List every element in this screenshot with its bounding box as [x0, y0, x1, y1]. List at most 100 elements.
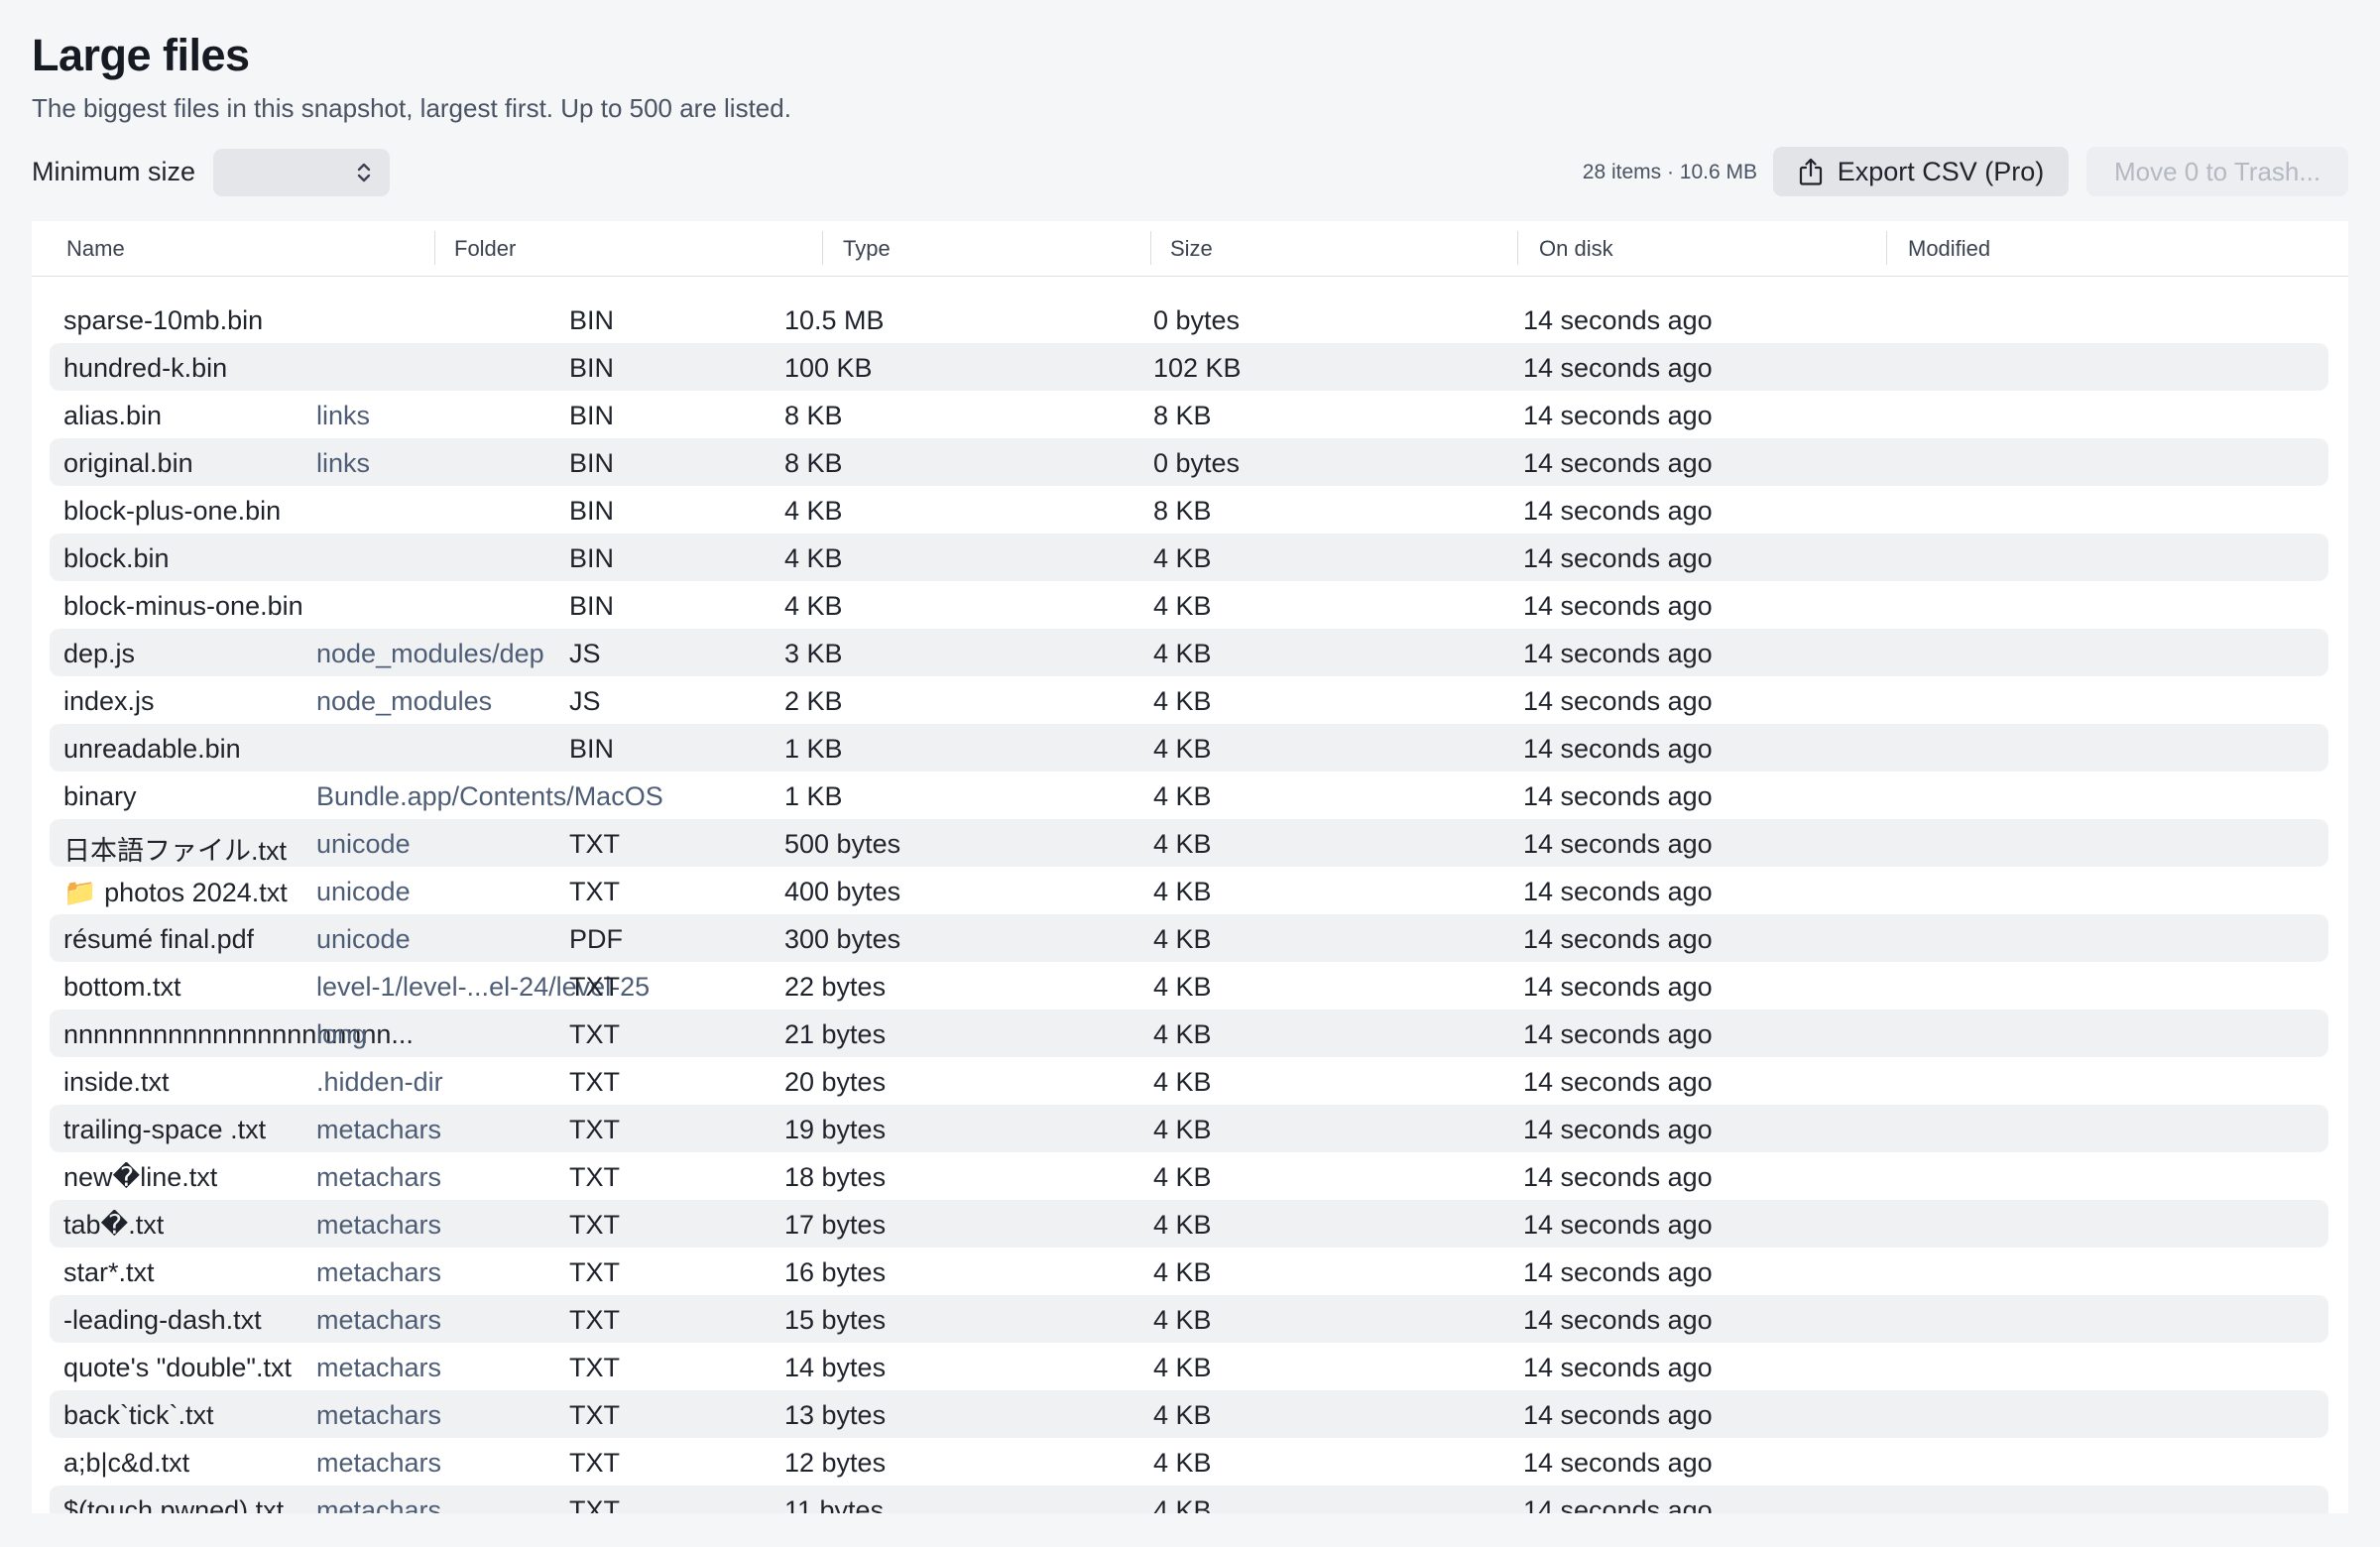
modified-time: 14 seconds ago: [1523, 877, 1713, 906]
column-divider[interactable]: [434, 231, 435, 265]
table-row[interactable]: binary Bundle.app/Contents/MacOS 1 KB 4 KB 1…: [50, 772, 2328, 819]
folder-path: metachars: [316, 1400, 442, 1430]
table-row[interactable]: back`tick`.txt metachars TXT 13 bytes 4 KB 14…: [50, 1390, 2328, 1438]
on-disk-size: 4 KB: [1153, 1115, 1212, 1144]
table-row[interactable]: 📁 photos 2024.txt unicode TXT 400 bytes 4 KB…: [50, 867, 2328, 914]
export-csv-button[interactable]: Export CSV (Pro): [1773, 147, 2069, 196]
table-row[interactable]: block-minus-one.bin BIN 4 KB 4 KB 14 seconds…: [50, 581, 2328, 629]
modified-time: 14 seconds ago: [1523, 639, 1713, 668]
move-to-trash-label: Move 0 to Trash...: [2113, 156, 2321, 186]
table-row[interactable]: tab�.txt metachars TXT 17 bytes 4 KB 14 secon…: [50, 1200, 2328, 1248]
column-header-name[interactable]: Name: [66, 236, 125, 262]
on-disk-size: 4 KB: [1153, 734, 1212, 764]
table-row[interactable]: alias.bin links BIN 8 KB 8 KB 14 seconds ago: [50, 391, 2328, 438]
table-row[interactable]: -leading-dash.txt metachars TXT 15 bytes 4 K…: [50, 1295, 2328, 1343]
folder-path: node_modules: [316, 686, 493, 716]
file-name: sparse-10mb.bin: [63, 305, 264, 335]
folder-path: metachars: [316, 1448, 442, 1478]
file-name: résumé final.pdf: [63, 924, 255, 954]
move-to-trash-button[interactable]: Move 0 to Trash...: [2086, 147, 2348, 196]
table-row[interactable]: trailing-space .txt metachars TXT 19 bytes 4…: [50, 1105, 2328, 1152]
modified-time: 14 seconds ago: [1523, 1495, 1713, 1513]
toolbar: Minimum size 28 items · 10.6 MB Export C…: [32, 147, 2348, 198]
table-row[interactable]: bottom.txt level-1/level-...el-24/level-2…: [50, 962, 2328, 1010]
folder-path: Bundle.app/Contents/MacOS: [316, 781, 663, 811]
file-type: TXT: [569, 829, 620, 859]
modified-time: 14 seconds ago: [1523, 829, 1713, 859]
file-size: 11 bytes: [784, 1495, 885, 1513]
table-row[interactable]: original.bin links BIN 8 KB 0 bytes 14 second…: [50, 438, 2328, 486]
on-disk-size: 4 KB: [1153, 829, 1212, 859]
file-name: block.bin: [63, 543, 170, 573]
modified-time: 14 seconds ago: [1523, 1067, 1713, 1097]
table-row[interactable]: block.bin BIN 4 KB 4 KB 14 seconds ago: [50, 534, 2328, 581]
page-subtitle: The biggest files in this snapshot, larg…: [32, 93, 791, 123]
file-size: 8 KB: [784, 401, 843, 430]
on-disk-size: 4 KB: [1153, 686, 1212, 716]
on-disk-size: 0 bytes: [1153, 305, 1241, 335]
file-size: 13 bytes: [784, 1400, 887, 1430]
modified-time: 14 seconds ago: [1523, 924, 1713, 954]
folder-path: links: [316, 401, 371, 430]
file-name: index.js: [63, 686, 155, 716]
modified-time: 14 seconds ago: [1523, 1353, 1713, 1382]
table-row[interactable]: 日本語ファイル.txt unicode TXT 500 bytes 4 KB 14 sec…: [50, 819, 2328, 867]
on-disk-size: 0 bytes: [1153, 448, 1241, 478]
folder-path: metachars: [316, 1495, 442, 1513]
folder-path: metachars: [316, 1115, 442, 1144]
modified-time: 14 seconds ago: [1523, 1019, 1713, 1049]
file-name: bottom.txt: [63, 972, 181, 1002]
modified-time: 14 seconds ago: [1523, 1162, 1713, 1192]
file-size: 500 bytes: [784, 829, 901, 859]
table-row[interactable]: index.js node_modules JS 2 KB 4 KB 14 seconds…: [50, 676, 2328, 724]
table-row[interactable]: block-plus-one.bin BIN 4 KB 8 KB 14 seconds …: [50, 486, 2328, 534]
on-disk-size: 4 KB: [1153, 1400, 1212, 1430]
file-name: inside.txt: [63, 1067, 170, 1097]
table-row[interactable]: unreadable.bin BIN 1 KB 4 KB 14 seconds ago: [50, 724, 2328, 772]
modified-time: 14 seconds ago: [1523, 305, 1713, 335]
file-type: BIN: [569, 448, 615, 478]
column-header-modified[interactable]: Modified: [1908, 236, 1990, 262]
on-disk-size: 102 KB: [1153, 353, 1242, 383]
table-row[interactable]: new�line.txt metachars TXT 18 bytes 4 KB 14 s…: [50, 1152, 2328, 1200]
table-row[interactable]: quote's "double".txt metachars TXT 14 bytes…: [50, 1343, 2328, 1390]
file-name: 日本語ファイル.txt: [63, 836, 288, 866]
file-size: 3 KB: [784, 639, 843, 668]
table-row[interactable]: inside.txt .hidden-dir TXT 20 bytes 4 KB 14 s…: [50, 1057, 2328, 1105]
on-disk-size: 8 KB: [1153, 496, 1212, 526]
table-row[interactable]: nnnnnnnnnnnnnnnnnnnnnn... long TXT 21 bytes…: [50, 1010, 2328, 1057]
file-size: 12 bytes: [784, 1448, 887, 1478]
table-row[interactable]: $(touch pwned).txt metachars TXT 11 bytes 4 …: [50, 1486, 2328, 1513]
column-divider[interactable]: [1886, 231, 1887, 265]
column-divider[interactable]: [1517, 231, 1518, 265]
file-name: -leading-dash.txt: [63, 1305, 262, 1335]
table-row[interactable]: a;b|c&d.txt metachars TXT 12 bytes 4 KB 14 se…: [50, 1438, 2328, 1486]
minimum-size-select[interactable]: [213, 149, 390, 196]
modified-time: 14 seconds ago: [1523, 401, 1713, 430]
file-type: TXT: [569, 972, 620, 1002]
table-row[interactable]: sparse-10mb.bin BIN 10.5 MB 0 bytes 14 secon…: [50, 296, 2328, 343]
column-divider[interactable]: [822, 231, 823, 265]
file-size: 19 bytes: [784, 1115, 887, 1144]
on-disk-size: 4 KB: [1153, 1162, 1212, 1192]
column-header-size[interactable]: Size: [1170, 236, 1213, 262]
table-row[interactable]: hundred-k.bin BIN 100 KB 102 KB 14 seconds a…: [50, 343, 2328, 391]
files-table: Name Folder Type Size On disk Modified s…: [32, 221, 2348, 1513]
file-size: 2 KB: [784, 686, 843, 716]
table-row[interactable]: dep.js node_modules/dep JS 3 KB 4 KB 14 secon…: [50, 629, 2328, 676]
column-divider[interactable]: [1150, 231, 1151, 265]
column-header-folder[interactable]: Folder: [454, 236, 516, 262]
column-header-type[interactable]: Type: [843, 236, 891, 262]
file-type: TXT: [569, 877, 620, 906]
folder-path: metachars: [316, 1305, 442, 1335]
column-header-on-disk[interactable]: On disk: [1539, 236, 1613, 262]
folder-path: metachars: [316, 1353, 442, 1382]
file-size: 21 bytes: [784, 1019, 887, 1049]
file-type: TXT: [569, 1495, 620, 1513]
modified-time: 14 seconds ago: [1523, 734, 1713, 764]
table-row[interactable]: résumé final.pdf unicode PDF 300 bytes 4 KB 1…: [50, 914, 2328, 962]
file-name: alias.bin: [63, 401, 163, 430]
file-type: BIN: [569, 305, 615, 335]
table-row[interactable]: star*.txt metachars TXT 16 bytes 4 KB 14 seco…: [50, 1248, 2328, 1295]
file-type: BIN: [569, 543, 615, 573]
